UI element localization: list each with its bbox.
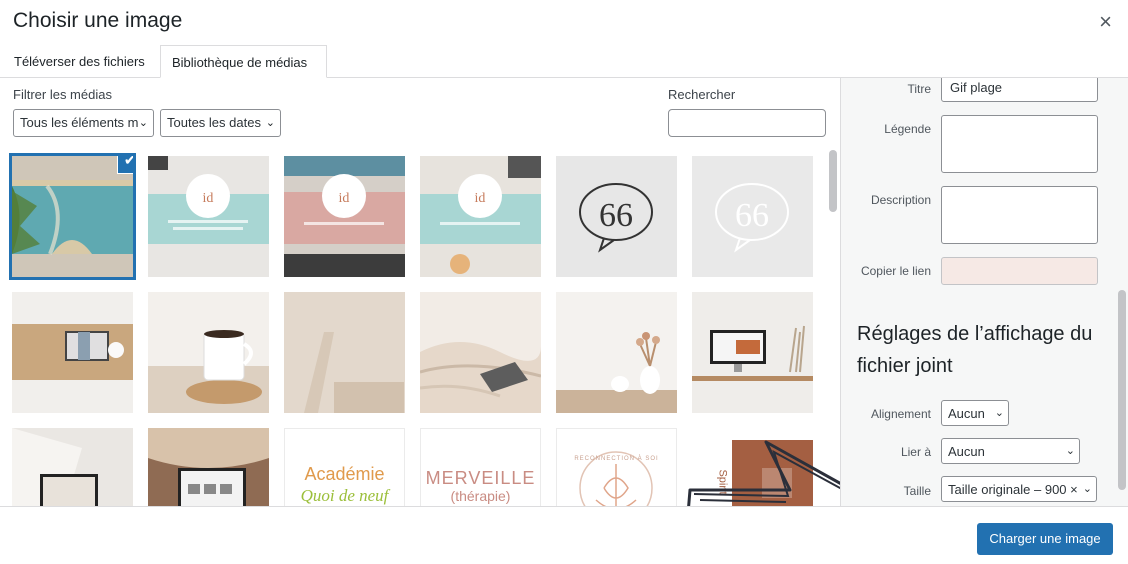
- media-item-beige-chair[interactable]: [284, 292, 405, 413]
- caption-label: Légende: [884, 122, 931, 136]
- media-browser: Filtrer les médias Tous les éléments m ⌄ …: [0, 78, 840, 506]
- media-item-vase-flowers[interactable]: [556, 292, 677, 413]
- media-item-reconnection-logo[interactable]: RECONNECTION À SOI: [556, 428, 677, 506]
- tab-media-library[interactable]: Bibliothèque de médias: [160, 45, 327, 78]
- media-item-academie-logo[interactable]: Académie Quoi de neuf: [284, 428, 405, 506]
- selected-check-icon[interactable]: ✔: [118, 156, 133, 173]
- annotation-arrow-icon: [687, 440, 840, 506]
- size-value: Taille originale – 900 ×: [948, 482, 1078, 497]
- media-item-beach[interactable]: ✔: [12, 156, 133, 277]
- copy-link-label: Copier le lien: [860, 264, 931, 278]
- media-item-laptop-bed-2[interactable]: [12, 428, 133, 506]
- alignment-value: Aucun: [948, 406, 985, 421]
- size-label: Taille: [903, 484, 931, 498]
- svg-text:66: 66: [735, 197, 769, 234]
- copy-link-field[interactable]: [941, 257, 1098, 285]
- modal-toolbar: Charger une image: [0, 506, 1128, 564]
- svg-text:id: id: [203, 191, 214, 206]
- coffee-cup-image: [148, 292, 269, 413]
- beige-room-image: [284, 292, 405, 413]
- media-item-laptop-desk-banner[interactable]: [12, 292, 133, 413]
- size-select[interactable]: Taille originale – 900 × ⌄: [941, 476, 1097, 502]
- link-to-select[interactable]: Aucun ⌄: [941, 438, 1080, 464]
- svg-text:id: id: [339, 191, 350, 206]
- academie-subtext: Quoi de neuf: [300, 486, 389, 505]
- media-item-quote-gray[interactable]: 66: [556, 156, 677, 277]
- bed-laptop-image: [420, 292, 541, 413]
- quote-bubble-image: 66: [692, 156, 813, 277]
- search-input[interactable]: [668, 109, 826, 137]
- insert-image-button[interactable]: Charger une image: [977, 523, 1113, 555]
- description-field[interactable]: [941, 186, 1098, 244]
- alignment-label: Alignement: [870, 407, 931, 421]
- laptop-bed-image: [12, 428, 133, 506]
- media-item-merveille-logo[interactable]: MERVEILLE (thérapie): [420, 428, 541, 506]
- vase-flowers-image: [556, 292, 677, 413]
- media-modal: Choisir une image × Téléverser des fichi…: [0, 0, 1128, 564]
- quote-bubble-image: 66: [556, 156, 677, 277]
- close-icon[interactable]: ×: [1099, 10, 1112, 34]
- teal-card-image: id: [420, 156, 541, 277]
- attachment-details: Titre Gif plage Légende Description Copi…: [840, 78, 1128, 506]
- date-select[interactable]: Toutes les dates ⌄: [160, 109, 281, 137]
- svg-text:id: id: [475, 191, 486, 206]
- media-item-desk-monitor[interactable]: [692, 292, 813, 413]
- media-scrollbar[interactable]: [829, 150, 837, 212]
- chevron-down-icon: ⌄: [1065, 445, 1075, 457]
- merveille-subtext: (thérapie): [450, 488, 511, 504]
- media-item-bed-laptop[interactable]: [420, 292, 541, 413]
- reconnection-emblem: [579, 451, 653, 506]
- link-to-value: Aucun: [948, 444, 985, 459]
- filter-label: Filtrer les médias: [13, 87, 112, 102]
- tab-upload-files[interactable]: Téléverser des fichiers: [14, 45, 145, 78]
- media-item-laptop-blanket[interactable]: [148, 428, 269, 506]
- teal-card-image: id: [148, 156, 269, 277]
- modal-title: Choisir une image: [13, 9, 183, 32]
- description-label: Description: [870, 193, 931, 207]
- media-item-quote-light[interactable]: 66: [692, 156, 813, 277]
- merveille-text: MERVEILLE: [425, 468, 536, 488]
- title-field[interactable]: Gif plage: [941, 78, 1098, 102]
- media-item-teal-card-2[interactable]: id: [420, 156, 541, 277]
- academie-text: Académie: [304, 464, 385, 484]
- modal-content: Filtrer les médias Tous les éléments m ⌄ …: [0, 78, 1128, 506]
- caption-field[interactable]: [941, 115, 1098, 173]
- beach-image: [12, 156, 133, 277]
- chevron-down-icon: ⌄: [265, 117, 275, 129]
- desk-monitor-image: [692, 292, 813, 413]
- chevron-down-icon: ⌄: [138, 117, 148, 129]
- date-value: Toutes les dates: [167, 115, 261, 130]
- pink-card-image: id: [284, 156, 405, 277]
- alignment-select[interactable]: Aucun ⌄: [941, 400, 1009, 426]
- search-label: Rechercher: [668, 87, 736, 102]
- media-item-coffee-cup[interactable]: [148, 292, 269, 413]
- media-type-select[interactable]: Tous les éléments m ⌄: [13, 109, 154, 137]
- media-item-pink-card[interactable]: id: [284, 156, 405, 277]
- chevron-down-icon: ⌄: [1082, 483, 1092, 495]
- media-type-value: Tous les éléments m: [20, 115, 139, 130]
- media-item-teal-card-1[interactable]: id: [148, 156, 269, 277]
- sidebar-scrollbar[interactable]: [1118, 290, 1126, 490]
- laptop-blanket-image: [148, 428, 269, 506]
- title-label: Titre: [907, 82, 931, 96]
- chevron-down-icon: ⌄: [994, 407, 1004, 419]
- display-settings-heading: Réglages de l’affichage du fichier joint: [857, 323, 1093, 377]
- link-to-label: Lier à: [900, 445, 931, 459]
- reconnection-text: RECONNECTION À SOI: [574, 456, 659, 462]
- svg-text:66: 66: [599, 197, 633, 234]
- laptop-desk-image: [12, 292, 133, 413]
- tab-bar: Téléverser des fichiers Bibliothèque de …: [0, 45, 1128, 78]
